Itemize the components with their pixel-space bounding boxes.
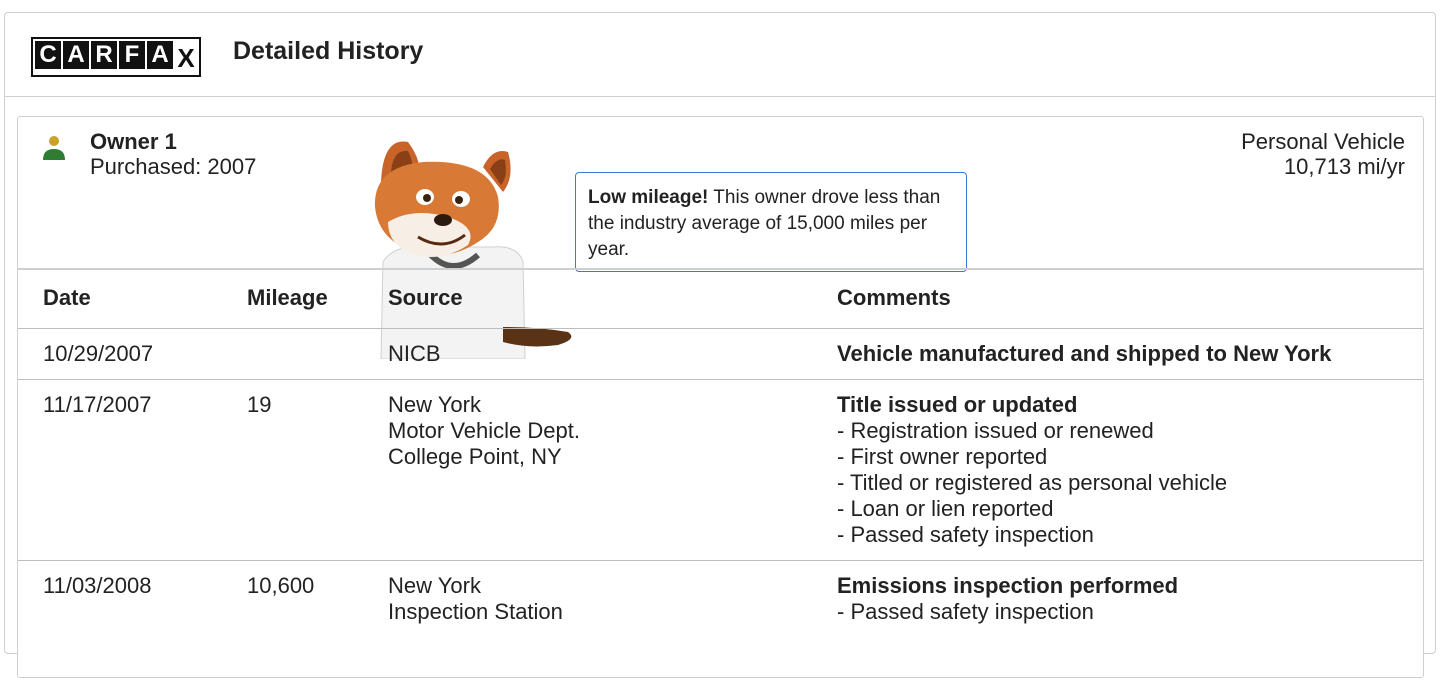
vehicle-type: Personal Vehicle bbox=[1241, 129, 1405, 154]
owner-usage: Personal Vehicle 10,713 mi/yr bbox=[1241, 129, 1405, 179]
comment-title: Title issued or updated bbox=[837, 392, 1078, 417]
logo-letter: X bbox=[175, 41, 197, 73]
comment-item: - Passed safety inspection bbox=[837, 599, 1094, 624]
table-header: Date Mileage Source Comments bbox=[18, 270, 1423, 329]
row-source: NICB bbox=[388, 341, 441, 367]
logo-letter: A bbox=[63, 41, 89, 69]
tooltip-heading: Low mileage! bbox=[588, 187, 709, 208]
logo-letter: R bbox=[91, 41, 117, 69]
row-source: New York Inspection Station bbox=[388, 573, 563, 625]
comment-item: - Registration issued or renewed bbox=[837, 418, 1154, 443]
column-header-mileage: Mileage bbox=[247, 285, 328, 310]
row-source: New York Motor Vehicle Dept. College Poi… bbox=[388, 392, 580, 470]
row-comments: Emissions inspection performed - Passed … bbox=[837, 573, 1178, 625]
comment-title: Emissions inspection performed bbox=[837, 573, 1179, 598]
column-header-date: Date bbox=[43, 285, 91, 310]
logo-letter: C bbox=[35, 41, 61, 69]
source-line: NICB bbox=[388, 341, 441, 366]
column-header-comments: Comments bbox=[837, 285, 951, 310]
owner-name: Owner 1 bbox=[90, 129, 177, 154]
comment-item: - Passed safety inspection bbox=[837, 522, 1094, 547]
page-title: Detailed History bbox=[233, 37, 424, 65]
source-line: College Point, NY bbox=[388, 444, 562, 469]
source-line: Inspection Station bbox=[388, 599, 563, 624]
comment-title: Vehicle manufactured and shipped to New … bbox=[837, 341, 1332, 366]
row-date: 10/29/2007 bbox=[43, 341, 154, 366]
source-line: New York bbox=[388, 392, 481, 417]
owner-card: Owner 1 Purchased: 2007 Personal Vehicle… bbox=[17, 116, 1424, 678]
table-row: 11/17/2007 19 New York Motor Vehicle Dep… bbox=[18, 380, 1423, 561]
row-date: 11/03/2008 bbox=[43, 573, 152, 598]
column-header-source: Source bbox=[388, 285, 463, 310]
logo-letter: A bbox=[147, 41, 173, 69]
comment-item: - First owner reported bbox=[837, 444, 1048, 469]
row-mileage: 19 bbox=[247, 392, 272, 417]
comment-item: - Loan or lien reported bbox=[837, 496, 1054, 521]
panel-header: C A R F A X Detailed History bbox=[5, 13, 1435, 97]
logo-letter: F bbox=[119, 41, 145, 69]
person-icon bbox=[43, 136, 65, 160]
row-mileage: 10,600 bbox=[247, 573, 315, 598]
history-table: Date Mileage Source Comments 10/29/2007 … bbox=[18, 268, 1423, 681]
carfax-logo: C A R F A X bbox=[31, 37, 201, 77]
table-row: 10/29/2007 NICB Vehicle manufactured and… bbox=[18, 329, 1423, 380]
owner-purchased: Purchased: 2007 bbox=[90, 154, 257, 179]
table-row: 11/03/2008 10,600 New York Inspection St… bbox=[18, 561, 1423, 681]
source-line: Motor Vehicle Dept. bbox=[388, 418, 580, 443]
comment-item: - Titled or registered as personal vehic… bbox=[837, 470, 1228, 495]
low-mileage-tooltip: Low mileage! This owner drove less than … bbox=[575, 172, 967, 272]
row-comments: Vehicle manufactured and shipped to New … bbox=[837, 341, 1331, 367]
detailed-history-panel: C A R F A X Detailed History Owner 1 Pur… bbox=[4, 12, 1436, 678]
row-date: 11/17/2007 bbox=[43, 392, 152, 417]
row-comments: Title issued or updated - Registration i… bbox=[837, 392, 1227, 548]
mileage-per-year: 10,713 mi/yr bbox=[1283, 154, 1405, 179]
source-line: New York bbox=[388, 573, 481, 598]
